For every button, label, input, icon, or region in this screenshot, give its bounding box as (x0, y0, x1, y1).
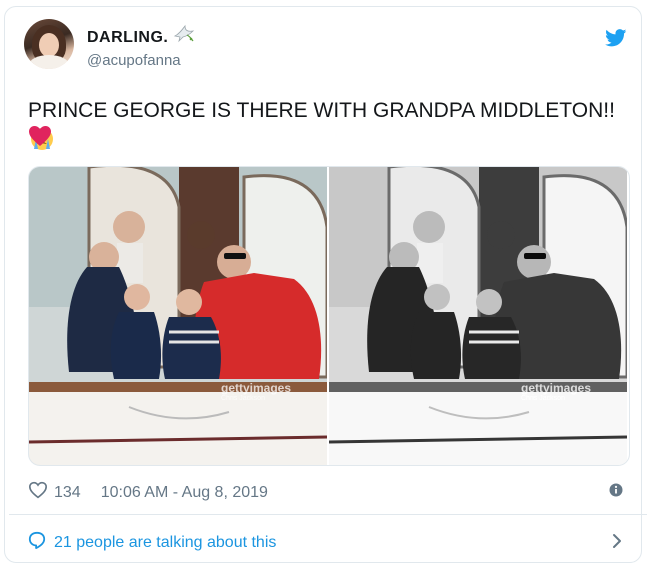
avatar-shirt (29, 55, 69, 69)
author-handle[interactable]: @acupofanna (87, 52, 181, 69)
photo-credit: Chris Jackson (221, 395, 265, 402)
dove-icon (173, 24, 195, 49)
avatar-face (39, 33, 59, 57)
chevron-right-icon[interactable] (611, 533, 623, 554)
photo-color[interactable]: gettyimages Chris Jackson (29, 167, 327, 465)
media-grid[interactable]: gettyimages Chris Jackson gettyimages Ch… (28, 166, 630, 466)
heart-outline-icon[interactable] (28, 481, 48, 504)
getty-watermark: gettyimages (521, 381, 592, 395)
twitter-bird-icon[interactable] (605, 29, 627, 52)
avatar[interactable] (24, 19, 74, 69)
conversation-label[interactable]: 21 people are talking about this (54, 534, 276, 552)
tweet-text: PRINCE GEORGE IS THERE WITH GRANDPA MIDD… (28, 96, 628, 160)
info-icon[interactable] (609, 483, 623, 502)
getty-watermark: gettyimages (221, 381, 292, 395)
photo-credit: Chris Jackson (521, 395, 565, 402)
tweet-card[interactable]: DARLING. @acupofanna PRINCE GEORGE IS TH… (4, 6, 647, 563)
red-heart-icon (28, 125, 52, 152)
divider (9, 514, 647, 515)
tweet-meta: 134 10:06 AM - Aug 8, 2019 (28, 481, 268, 504)
author-name[interactable]: DARLING. (87, 29, 168, 47)
speech-bubble-icon (28, 531, 46, 554)
timestamp[interactable]: 10:06 AM - Aug 8, 2019 (101, 484, 268, 502)
like-count[interactable]: 134 (54, 484, 81, 502)
conversation-link[interactable]: 21 people are talking about this (28, 531, 276, 554)
tweet-body: PRINCE GEORGE IS THERE WITH GRANDPA MIDD… (28, 99, 615, 122)
photo-bw[interactable]: gettyimages Chris Jackson (329, 167, 627, 465)
